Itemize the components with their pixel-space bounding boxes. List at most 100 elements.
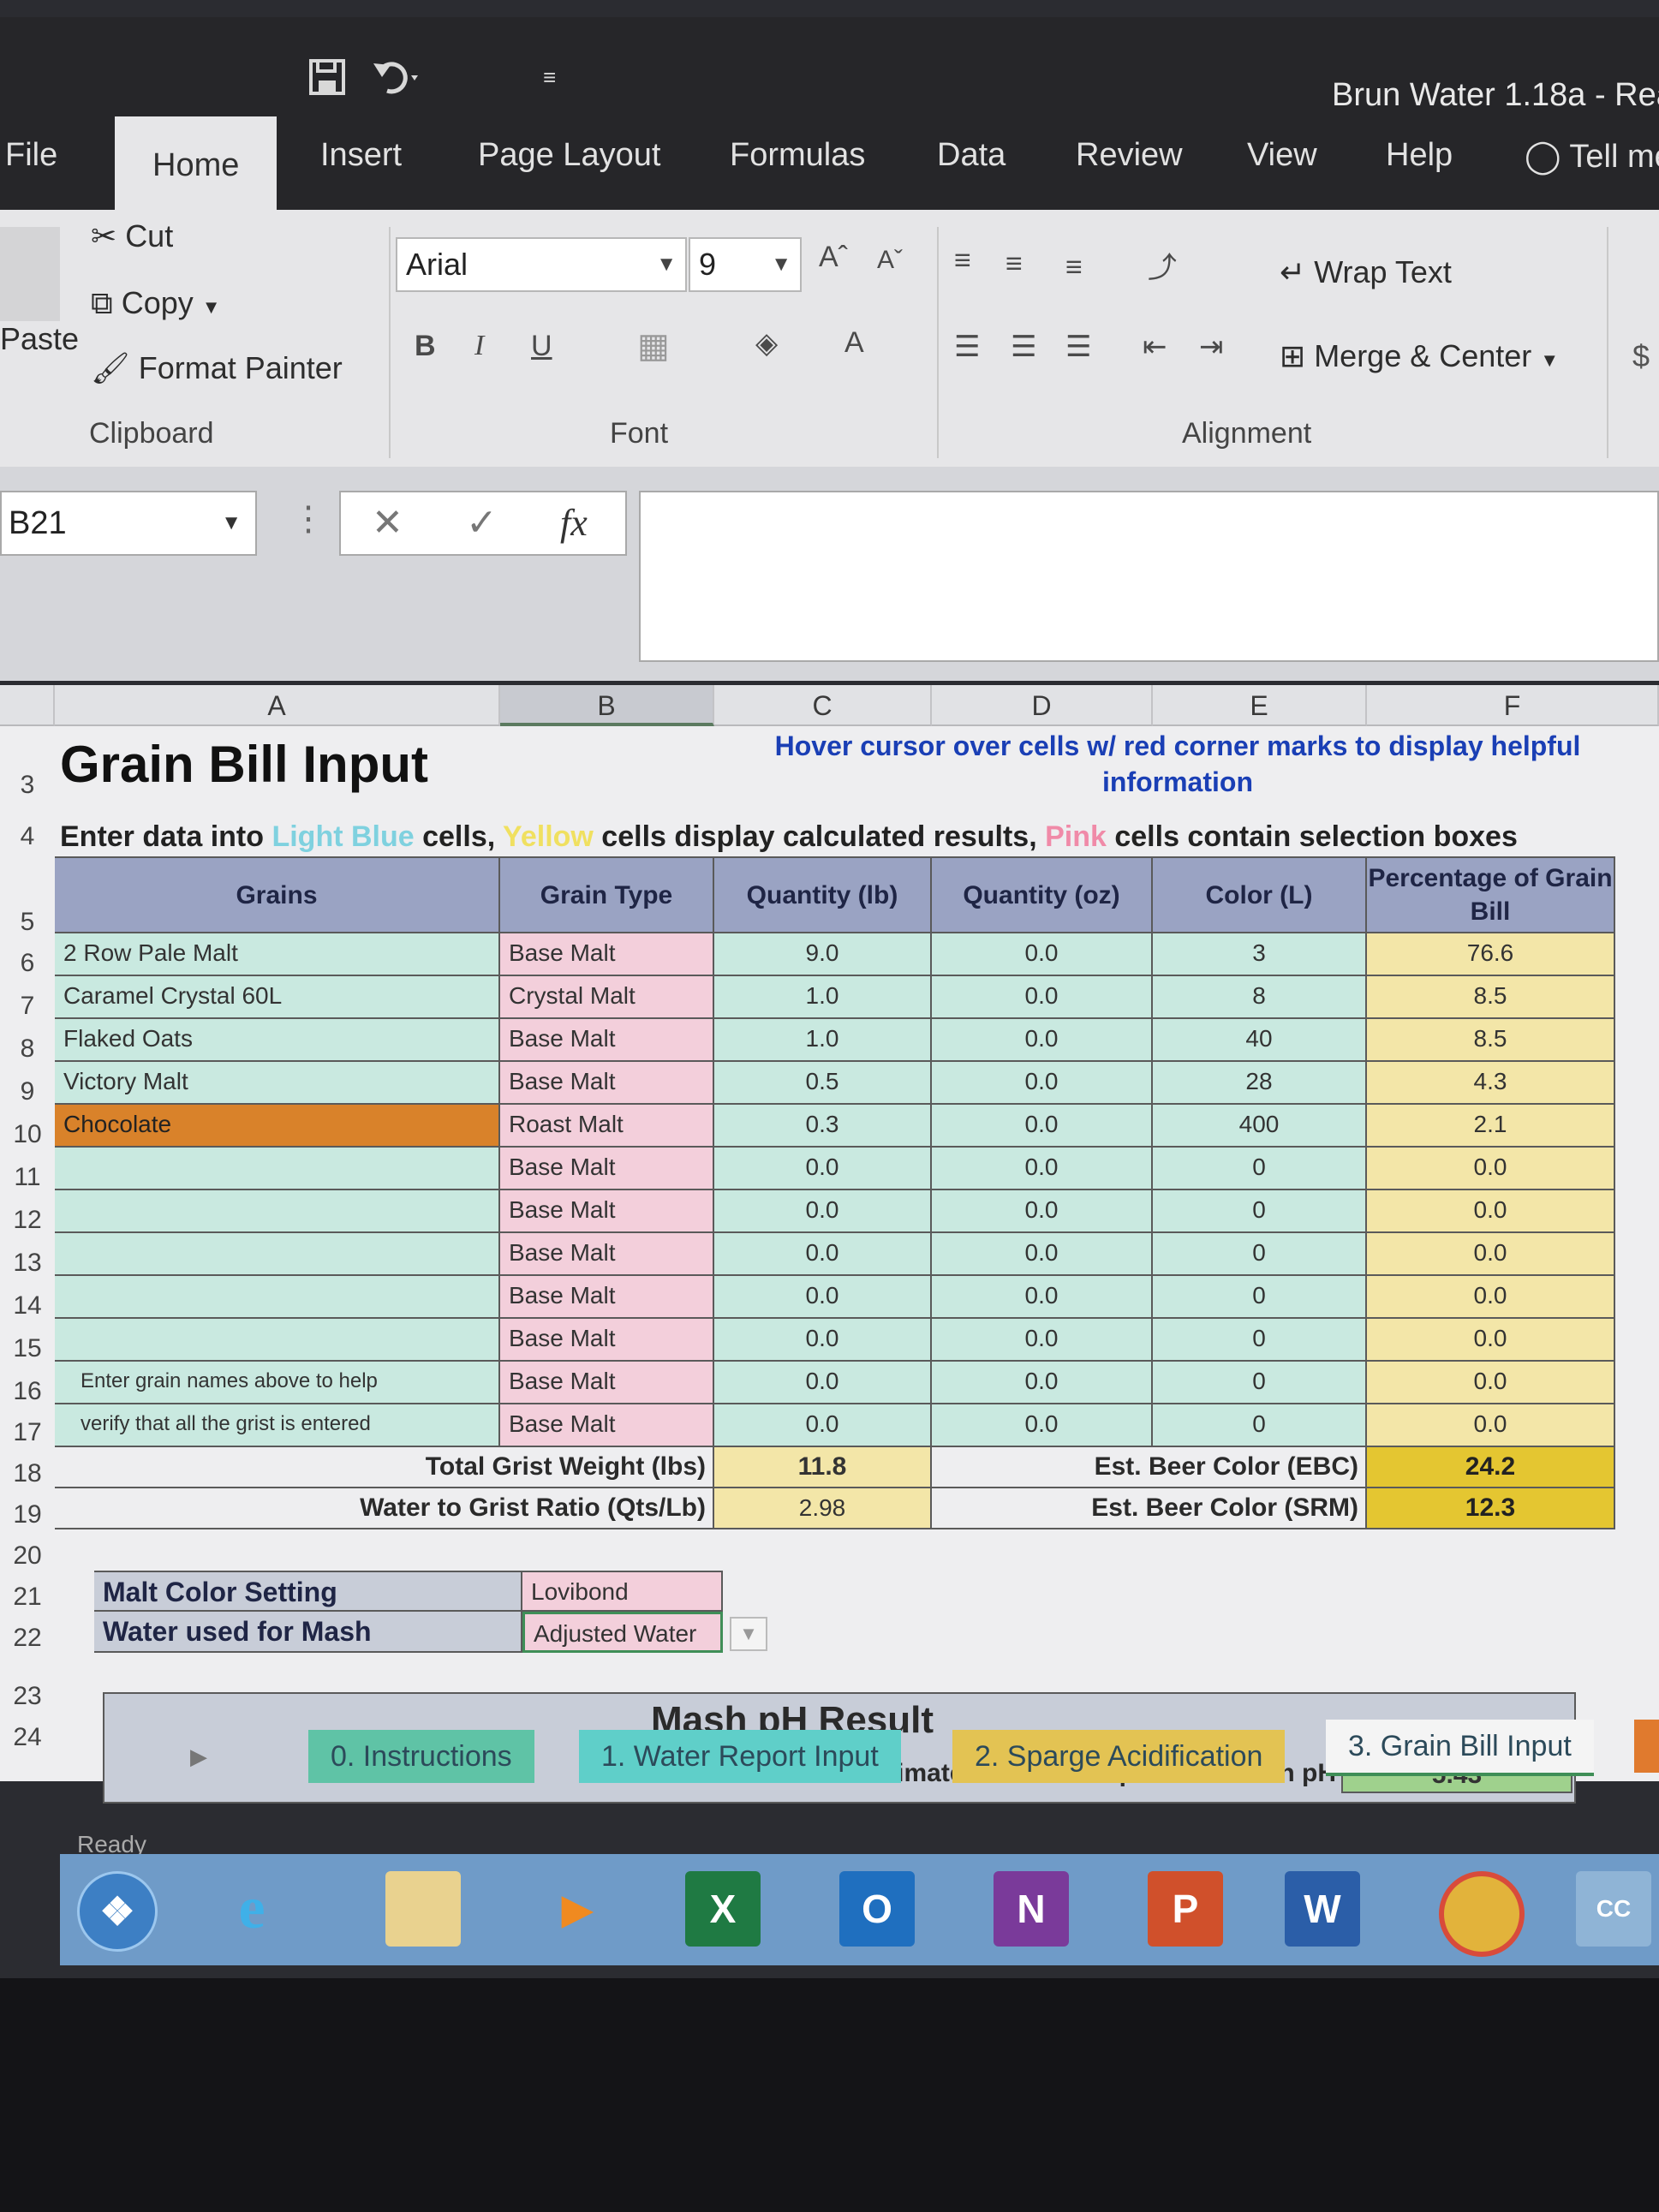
grain-name-cell[interactable]: Caramel Crystal 60L bbox=[55, 976, 500, 1019]
column-header-f[interactable]: F bbox=[1367, 685, 1659, 726]
scroll-tabs-right-icon[interactable]: ▶ bbox=[190, 1744, 207, 1770]
grain-name-cell[interactable] bbox=[55, 1319, 500, 1362]
row-number[interactable]: 20 bbox=[0, 1541, 55, 1571]
grain-type-cell[interactable]: Base Malt bbox=[500, 1190, 714, 1233]
outlook-icon[interactable]: O bbox=[839, 1871, 915, 1947]
font-name-select[interactable]: Arial ▼ bbox=[396, 237, 687, 292]
grain-name-cell[interactable]: 2 Row Pale Malt bbox=[55, 933, 500, 976]
color-cell[interactable]: 40 bbox=[1153, 1019, 1367, 1062]
word-icon[interactable]: W bbox=[1285, 1871, 1360, 1947]
tab-review[interactable]: Review bbox=[1076, 137, 1183, 174]
tell-me-search[interactable]: ◯ Tell me bbox=[1525, 137, 1659, 176]
excel-icon[interactable]: X bbox=[685, 1871, 761, 1947]
row-number[interactable]: 6 bbox=[0, 949, 55, 978]
borders-icon[interactable]: ▦ bbox=[637, 326, 670, 366]
quantity-oz-cell[interactable]: 0.0 bbox=[932, 1105, 1153, 1148]
quantity-lb-cell[interactable]: 1.0 bbox=[714, 1019, 932, 1062]
quantity-lb-cell[interactable]: 1.0 bbox=[714, 976, 932, 1019]
row-number[interactable]: 3 bbox=[0, 771, 55, 800]
powerpoint-icon[interactable]: P bbox=[1148, 1871, 1223, 1947]
top-align-icon[interactable]: ≡ bbox=[954, 244, 971, 277]
grain-name-cell[interactable]: Flaked Oats bbox=[55, 1019, 500, 1062]
paste-button[interactable]: Paste bbox=[0, 321, 79, 357]
sheet-tab-sparge[interactable]: 2. Sparge Acidification bbox=[952, 1730, 1286, 1783]
color-cell[interactable]: 0 bbox=[1153, 1190, 1367, 1233]
wrap-text-button[interactable]: ↵ Wrap Text bbox=[1280, 254, 1452, 290]
grain-name-cell[interactable] bbox=[55, 1148, 500, 1190]
dropdown-arrow-icon[interactable]: ▼ bbox=[730, 1617, 767, 1651]
file-explorer-icon[interactable] bbox=[385, 1871, 461, 1947]
color-cell[interactable]: 3 bbox=[1153, 933, 1367, 976]
column-header-c[interactable]: C bbox=[714, 685, 932, 726]
fill-color-icon[interactable]: ◈ bbox=[755, 326, 778, 361]
cut-button[interactable]: ✂ Cut bbox=[91, 218, 173, 254]
quantity-oz-cell[interactable]: 0.0 bbox=[932, 1362, 1153, 1404]
grain-name-cell[interactable]: verify that all the grist is entered bbox=[55, 1404, 500, 1447]
media-player-icon[interactable]: ▶ bbox=[540, 1871, 615, 1947]
color-cell[interactable]: 0 bbox=[1153, 1148, 1367, 1190]
row-number[interactable]: 11 bbox=[0, 1163, 55, 1192]
formula-input[interactable] bbox=[639, 491, 1659, 662]
quantity-lb-cell[interactable]: 0.0 bbox=[714, 1319, 932, 1362]
more-options-icon[interactable]: ⋮ bbox=[291, 499, 325, 539]
row-number[interactable]: 22 bbox=[0, 1624, 55, 1653]
undo-icon[interactable] bbox=[372, 58, 423, 96]
quantity-oz-cell[interactable]: 0.0 bbox=[932, 1062, 1153, 1105]
grain-type-cell[interactable]: Base Malt bbox=[500, 1062, 714, 1105]
quantity-oz-cell[interactable]: 0.0 bbox=[932, 1319, 1153, 1362]
grain-name-cell[interactable] bbox=[55, 1233, 500, 1276]
row-number[interactable]: 7 bbox=[0, 992, 55, 1021]
grain-type-cell[interactable]: Base Malt bbox=[500, 1404, 714, 1447]
tab-view[interactable]: View bbox=[1247, 137, 1317, 174]
underline-button[interactable]: U bbox=[531, 330, 552, 363]
grain-type-cell[interactable]: Roast Malt bbox=[500, 1105, 714, 1148]
column-header-d[interactable]: D bbox=[932, 685, 1153, 726]
currency-button[interactable]: $ bbox=[1632, 338, 1650, 374]
row-number[interactable]: 10 bbox=[0, 1120, 55, 1149]
name-box[interactable]: B21 ▼ bbox=[0, 491, 257, 556]
column-header-a[interactable]: A bbox=[55, 685, 500, 726]
tab-insert[interactable]: Insert bbox=[320, 137, 402, 174]
onenote-icon[interactable]: N bbox=[994, 1871, 1069, 1947]
tab-home[interactable]: Home bbox=[115, 116, 277, 212]
row-number[interactable]: 9 bbox=[0, 1077, 55, 1106]
grain-type-cell[interactable]: Base Malt bbox=[500, 1019, 714, 1062]
grain-type-cell[interactable]: Base Malt bbox=[500, 1148, 714, 1190]
row-number[interactable]: 18 bbox=[0, 1459, 55, 1488]
insert-function-button[interactable]: fx bbox=[560, 501, 588, 545]
sheet-tab-instructions[interactable]: 0. Instructions bbox=[308, 1730, 534, 1783]
row-number[interactable]: 14 bbox=[0, 1291, 55, 1321]
bottom-align-icon[interactable]: ≡ bbox=[1065, 251, 1083, 284]
row-number[interactable]: 8 bbox=[0, 1034, 55, 1064]
grain-type-cell[interactable]: Base Malt bbox=[500, 1276, 714, 1319]
grain-type-cell[interactable]: Base Malt bbox=[500, 1233, 714, 1276]
water-mash-select[interactable]: Adjusted Water bbox=[522, 1612, 723, 1653]
quantity-oz-cell[interactable]: 0.0 bbox=[932, 933, 1153, 976]
orientation-icon[interactable]: ⤴ bbox=[1148, 244, 1177, 286]
align-right-icon[interactable]: ☰ bbox=[1065, 330, 1091, 364]
creative-cloud-icon[interactable]: CC bbox=[1576, 1871, 1651, 1947]
row-number[interactable]: 12 bbox=[0, 1206, 55, 1235]
tab-help[interactable]: Help bbox=[1386, 137, 1453, 174]
color-cell[interactable]: 0 bbox=[1153, 1362, 1367, 1404]
increase-indent-icon[interactable]: ⇥ bbox=[1199, 330, 1224, 364]
grain-type-cell[interactable]: Crystal Malt bbox=[500, 976, 714, 1019]
row-number[interactable]: 16 bbox=[0, 1377, 55, 1406]
italic-button[interactable]: I bbox=[474, 330, 484, 362]
enter-icon[interactable]: ✓ bbox=[466, 501, 498, 545]
row-number[interactable]: 17 bbox=[0, 1418, 55, 1447]
quantity-oz-cell[interactable]: 0.0 bbox=[932, 976, 1153, 1019]
quantity-lb-cell[interactable]: 9.0 bbox=[714, 933, 932, 976]
row-number[interactable]: 13 bbox=[0, 1249, 55, 1278]
grain-name-cell[interactable]: Victory Malt bbox=[55, 1062, 500, 1105]
color-cell[interactable]: 0 bbox=[1153, 1233, 1367, 1276]
row-number[interactable]: 19 bbox=[0, 1500, 55, 1529]
internet-explorer-icon[interactable]: e bbox=[214, 1871, 289, 1947]
quantity-lb-cell[interactable]: 0.0 bbox=[714, 1233, 932, 1276]
row-number[interactable]: 15 bbox=[0, 1334, 55, 1363]
quantity-lb-cell[interactable]: 0.3 bbox=[714, 1105, 932, 1148]
select-all[interactable] bbox=[0, 685, 55, 726]
quantity-lb-cell[interactable]: 0.0 bbox=[714, 1276, 932, 1319]
color-cell[interactable]: 8 bbox=[1153, 976, 1367, 1019]
row-number[interactable]: 21 bbox=[0, 1583, 55, 1612]
